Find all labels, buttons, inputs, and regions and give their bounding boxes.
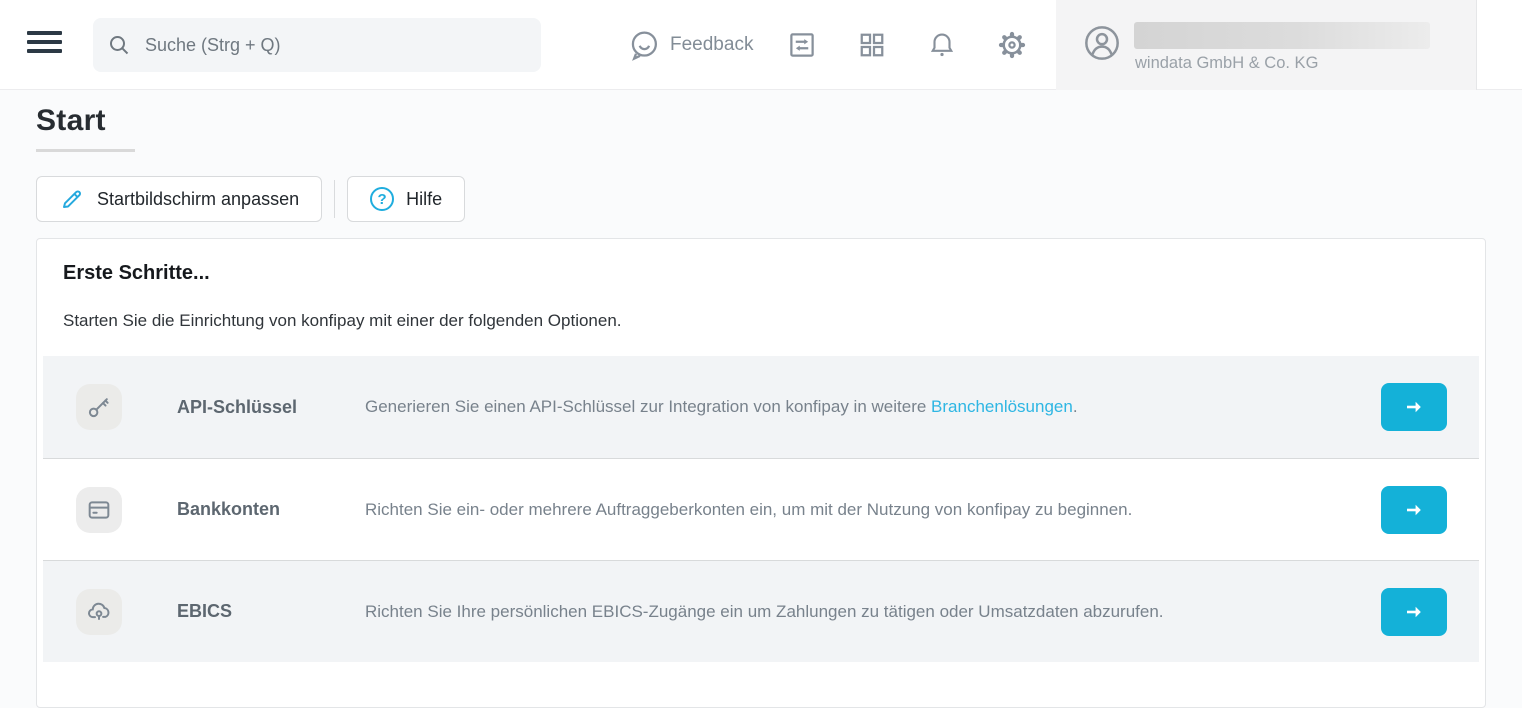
bank-card-icon-box (76, 487, 122, 533)
list-item-label: Bankkonten (177, 499, 365, 520)
search-box (93, 18, 541, 72)
key-icon (85, 393, 113, 421)
apps-grid-icon (857, 30, 887, 60)
feedback-label: Feedback (670, 34, 753, 56)
key-icon-box (76, 384, 122, 430)
feedback-button[interactable]: Feedback (628, 29, 753, 61)
pencil-icon (59, 186, 85, 212)
getting-started-card: Erste Schritte... Starten Sie die Einric… (36, 238, 1486, 708)
list-item-label: API-Schlüssel (177, 397, 365, 418)
search-icon (107, 33, 131, 57)
list-item-label: EBICS (177, 601, 365, 622)
arrow-right-icon (1402, 395, 1426, 419)
list-item-description: Richten Sie Ihre persönlichen EBICS-Zugä… (365, 602, 1381, 622)
cloud-lock-icon (85, 598, 113, 626)
list-item-bank-accounts: Bankkonten Richten Sie ein- oder mehrere… (43, 458, 1479, 560)
gear-icon (997, 30, 1027, 60)
title-underline (36, 149, 135, 152)
cloud-lock-icon-box (76, 589, 122, 635)
page-title: Start (36, 104, 106, 138)
apps-grid-button[interactable] (857, 30, 887, 60)
api-key-go-button[interactable] (1381, 383, 1447, 431)
list-item-ebics: EBICS Richten Sie Ihre persönlichen EBIC… (43, 560, 1479, 662)
user-company-label: windata GmbH & Co. KG (1135, 54, 1318, 73)
redacted-user-name (1134, 22, 1430, 49)
card-title: Erste Schritte... (37, 239, 1485, 285)
toolbar-divider (334, 180, 335, 218)
list-item-api-key: API-Schlüssel Generieren Sie einen API-S… (43, 356, 1479, 458)
arrow-right-icon (1402, 498, 1426, 522)
toolbar: Startbildschirm anpassen ? Hilfe (36, 176, 465, 222)
arrow-right-icon (1402, 600, 1426, 624)
bell-icon (927, 30, 957, 60)
list-item-description: Richten Sie ein- oder mehrere Auftraggeb… (365, 500, 1381, 520)
setup-options-list: API-Schlüssel Generieren Sie einen API-S… (43, 356, 1479, 662)
header-actions: Feedback (628, 0, 1027, 90)
top-header: Feedback (0, 0, 1522, 90)
ebics-go-button[interactable] (1381, 588, 1447, 636)
transfer-button[interactable] (787, 30, 817, 60)
customize-start-screen-label: Startbildschirm anpassen (97, 189, 299, 210)
list-item-description: Generieren Sie einen API-Schlüssel zur I… (365, 397, 1381, 417)
branchenloesungen-link[interactable]: Branchenlösungen (931, 397, 1073, 416)
settings-button[interactable] (997, 30, 1027, 60)
feedback-bubble-icon (628, 29, 660, 61)
customize-start-screen-button[interactable]: Startbildschirm anpassen (36, 176, 322, 222)
help-label: Hilfe (406, 189, 442, 210)
help-question-icon: ? (370, 187, 394, 211)
help-button[interactable]: ? Hilfe (347, 176, 465, 222)
avatar-icon (1082, 23, 1122, 63)
user-menu[interactable]: windata GmbH & Co. KG (1056, 0, 1477, 90)
transfer-arrows-icon (787, 30, 817, 60)
notifications-button[interactable] (927, 30, 957, 60)
card-subtitle: Starten Sie die Einrichtung von konfipay… (37, 285, 1485, 331)
hamburger-menu-icon[interactable] (27, 31, 62, 58)
bank-accounts-go-button[interactable] (1381, 486, 1447, 534)
bank-card-icon (85, 496, 113, 524)
search-input[interactable] (145, 35, 527, 56)
